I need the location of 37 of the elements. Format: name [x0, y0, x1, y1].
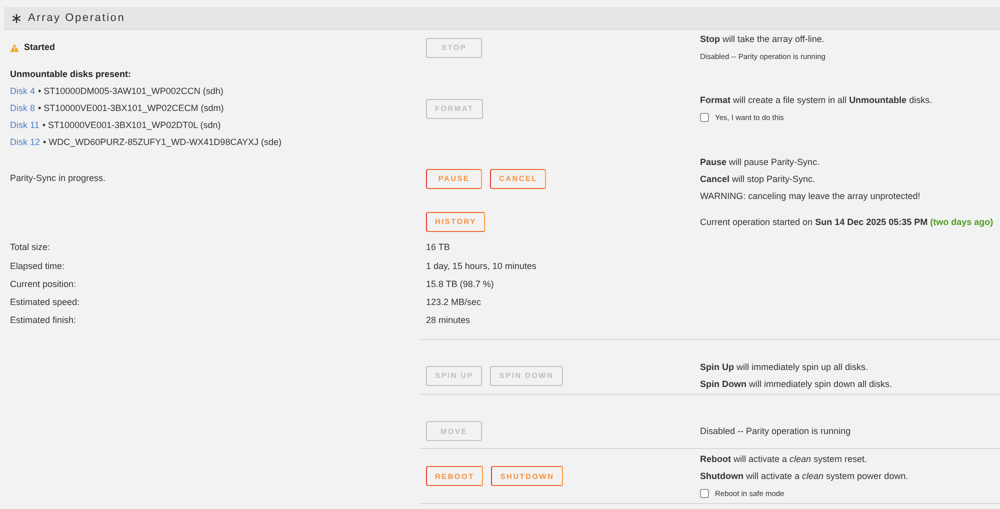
description-text: Reboot will activate a clean system reset. [700, 452, 868, 466]
checkbox[interactable] [700, 113, 709, 122]
disk-detail: • WDC_WD60PURZ-85ZUFY1_WD-WX41D98CAYXJ (sde) [43, 136, 282, 149]
description-text: Shutdown will activate a clean system power down. [700, 470, 908, 483]
progress-note: Parity-Sync in progress. [10, 172, 107, 185]
description-text: Format will create a file system in all Unmountable disks. [700, 94, 932, 107]
disk-link[interactable]: Disk 12 [10, 136, 40, 150]
snowflake-icon [12, 14, 21, 22]
stat-label: Estimated speed: [9, 296, 81, 310]
disk-link[interactable]: Disk 11 [10, 118, 40, 132]
description-text: Pause will pause Parity-Sync. [700, 156, 821, 169]
unmountable-title: Unmountable disks present: [10, 68, 132, 81]
stat-value: 16 TB [426, 241, 450, 254]
description-text: Stop will take the array off-line. [700, 33, 826, 46]
description-text: WARNING: canceling may leave the array unprotected! [700, 190, 920, 203]
stat-label: Current position: [9, 278, 78, 291]
warning-icon [10, 44, 19, 52]
section-title: Array Operation [28, 10, 126, 26]
stat-value: 28 minutes [426, 314, 470, 328]
stat-value: 15.8 TB (98.7 %) [426, 278, 494, 291]
stat-label: Estimated finish: [9, 314, 78, 328]
description-text: Spin Up will immediately spin up all disks. [700, 360, 870, 374]
description-text: Disabled -- Parity operation is running [700, 424, 851, 438]
stat-value: 123.2 MB/sec [426, 296, 482, 310]
description-text: Current operation started on Sun 14 Dec 2025 05:35 PM (two days ago) [700, 216, 994, 229]
description-text: Cancel will stop Parity-Sync. [700, 172, 816, 186]
status-label: Started [24, 41, 56, 54]
disk-link[interactable]: Disk 8 [10, 102, 36, 116]
disk-detail: • ST10000DM005-3AW101_WP002CCN (sdh) [38, 84, 224, 98]
disk-detail: • ST10000VE001-3BX101_WP02CECM (sdm) [38, 102, 224, 115]
description-text: Spin Down will immediately spin down all disks. [700, 378, 892, 391]
disk-detail: • ST10000VE001-3BX101_WP02DT0L (sdn) [42, 118, 221, 132]
stat-label: Total size: [9, 241, 52, 254]
disk-link[interactable]: Disk 4 [10, 84, 36, 98]
checkbox[interactable] [700, 488, 709, 498]
stat-value: 1 day, 15 hours, 10 minutes [426, 260, 536, 273]
stat-label: Elapsed time: [9, 260, 66, 273]
